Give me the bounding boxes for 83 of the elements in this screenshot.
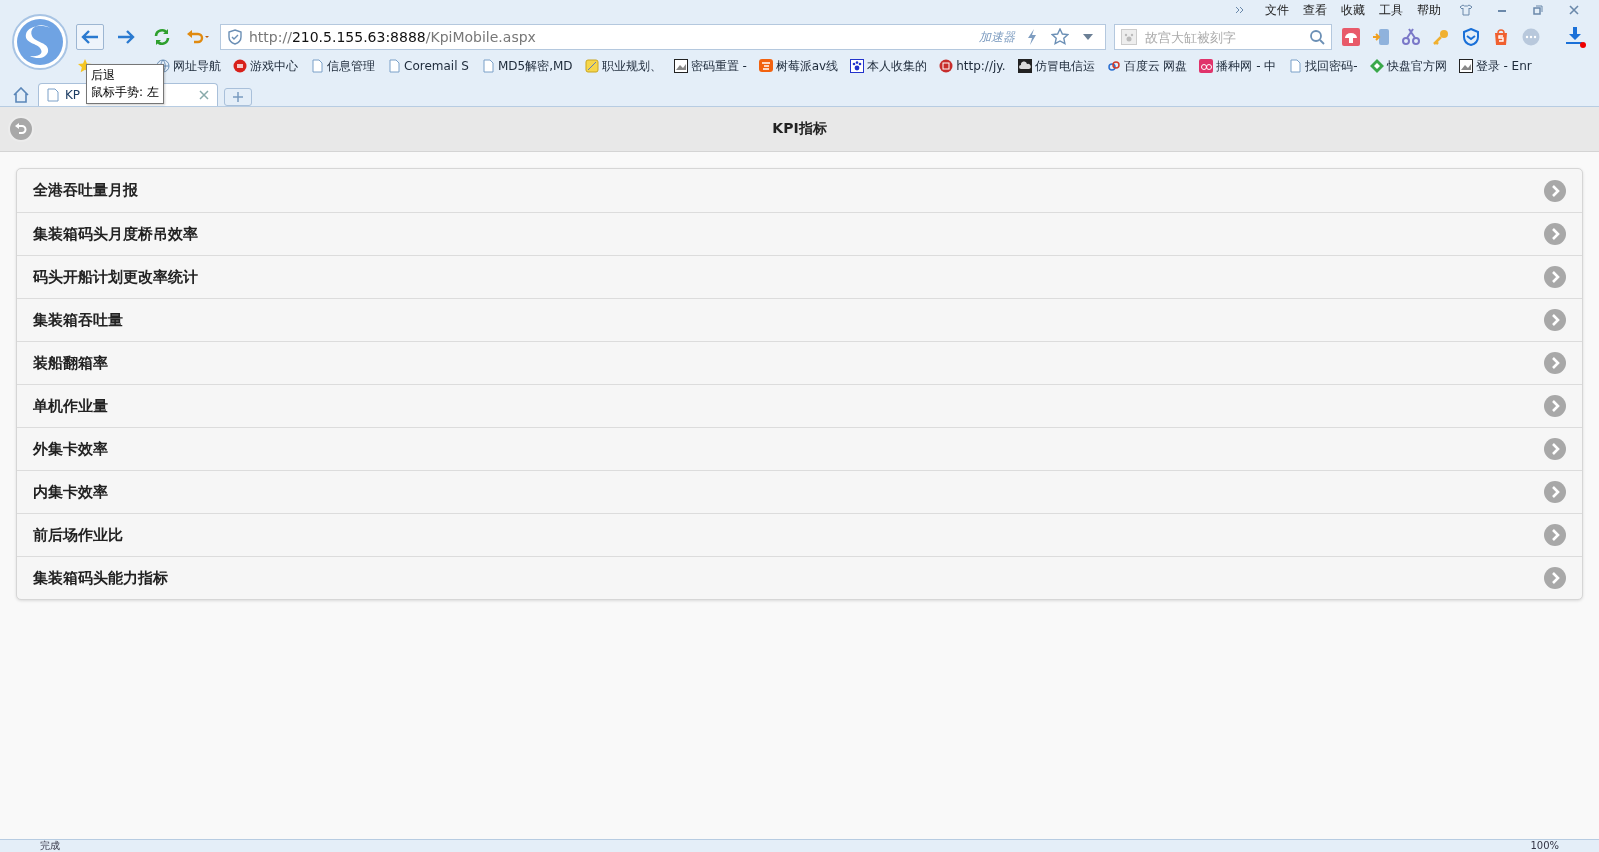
list-item[interactable]: 单机作业量 <box>17 384 1582 427</box>
list-item[interactable]: 外集卡效率 <box>17 427 1582 470</box>
new-tab-button[interactable] <box>224 88 252 106</box>
game-icon <box>233 59 247 73</box>
scissors-icon[interactable] <box>1400 26 1422 48</box>
bookmark-link[interactable]: 仿冒电信运 <box>1017 57 1095 75</box>
chevron-right-icon <box>1544 567 1566 589</box>
mushroom-icon[interactable] <box>1340 26 1362 48</box>
bookmark-link[interactable]: 职业规划、 <box>584 57 662 75</box>
page-icon <box>47 88 59 102</box>
phone-icon[interactable] <box>1370 26 1392 48</box>
paw-icon[interactable] <box>1121 29 1137 45</box>
menu-item[interactable]: 收藏 <box>1341 1 1365 19</box>
chevron-right-icon <box>1544 395 1566 417</box>
page-icon <box>387 59 401 73</box>
star-icon[interactable] <box>1049 26 1071 48</box>
list-item[interactable]: 装船翻箱率 <box>17 341 1582 384</box>
chevron-right-icon <box>1544 481 1566 503</box>
zoom-level[interactable]: 100% <box>1530 840 1559 852</box>
close-icon[interactable] <box>199 90 209 100</box>
list-item[interactable]: 内集卡效率 <box>17 470 1582 513</box>
bookmark-link[interactable]: 百度云 网盘 <box>1106 57 1188 75</box>
back-button[interactable] <box>76 24 104 50</box>
status-text: 完成 <box>40 840 60 852</box>
arrow-right-icon <box>116 29 136 45</box>
paw-icon <box>850 59 865 73</box>
bookmark-link[interactable]: 密码重置 - <box>673 57 747 75</box>
plus-icon <box>233 92 243 102</box>
bookmark-link[interactable]: 登录 - Enr <box>1458 57 1532 75</box>
list-item[interactable]: 前后场作业比 <box>17 513 1582 556</box>
page-icon <box>1288 59 1303 73</box>
note-icon <box>584 59 599 73</box>
refresh-icon <box>152 27 172 47</box>
image-icon <box>1458 59 1473 73</box>
shop-icon <box>758 59 773 73</box>
list-item[interactable]: 集装箱码头月度桥吊效率 <box>17 212 1582 255</box>
browser-logo-icon[interactable] <box>12 14 68 70</box>
bookmark-link[interactable]: MD5解密,MD <box>480 57 573 75</box>
shield-icon[interactable] <box>1460 26 1482 48</box>
chevron-right-icon <box>1544 309 1566 331</box>
undo-icon <box>14 122 28 136</box>
page-icon <box>310 59 324 73</box>
page-icon <box>480 59 495 73</box>
menu-item[interactable]: 帮助 <box>1417 1 1441 19</box>
more-options-icon[interactable] <box>1520 26 1542 48</box>
seal-icon <box>939 59 954 73</box>
search-icon[interactable] <box>1309 29 1325 45</box>
chevron-right-icon <box>1544 438 1566 460</box>
bookmark-link[interactable]: 游戏中心 <box>233 57 298 75</box>
list-item[interactable]: 集装箱吞吐量 <box>17 298 1582 341</box>
page-title: KPI指标 <box>772 120 827 138</box>
bookmark-link[interactable]: 本人收集的 <box>850 57 928 75</box>
chevron-right-icon <box>1544 179 1566 202</box>
bookmark-link[interactable]: 树莓派av线 <box>758 57 839 75</box>
tooltip-text: 鼠标手势: 左 <box>91 84 159 101</box>
image-icon <box>673 59 688 73</box>
bookmark-link[interactable]: 播种网 - 中 <box>1199 57 1277 75</box>
search-field[interactable]: 故宫大缸被刻字 <box>1114 24 1332 50</box>
diamond-icon <box>1369 59 1384 73</box>
site-logo-icon <box>1199 59 1214 73</box>
bookmark-link[interactable]: Coremail S <box>387 59 469 73</box>
arrow-left-icon <box>80 29 100 45</box>
cloud-link-icon <box>1106 59 1121 73</box>
undo-icon <box>186 29 210 45</box>
menu-item[interactable]: 文件 <box>1265 1 1289 19</box>
chevron-right-icon <box>1544 352 1566 374</box>
cloud-icon <box>1017 59 1032 73</box>
download-icon[interactable] <box>1564 26 1586 48</box>
menu-item[interactable]: 工具 <box>1379 1 1403 19</box>
chevron-right-icon <box>1544 266 1566 288</box>
menu-item[interactable]: 查看 <box>1303 1 1327 19</box>
list-item[interactable]: 码头开船计划更改率统计 <box>17 255 1582 298</box>
tooltip-text: 后退 <box>91 67 116 84</box>
bookmark-link[interactable]: 找回密码- <box>1288 57 1358 75</box>
bookmark-link[interactable]: 快盘官方网 <box>1369 57 1447 75</box>
chevron-right-icon <box>1544 223 1566 245</box>
list-item[interactable]: 全港吞吐量月报 <box>17 169 1582 212</box>
chevron-right-icon <box>1544 524 1566 546</box>
address-bar[interactable]: http://210.5.155.63:8888/KpiMobile.aspx 加速器 <box>220 24 1106 50</box>
bookmark-link[interactable]: http://jy. <box>939 59 1006 73</box>
bookmark-link[interactable]: 信息管理 <box>310 57 375 75</box>
shield-icon <box>227 29 243 45</box>
list-item[interactable]: 集装箱码头能力指标 <box>17 556 1582 599</box>
